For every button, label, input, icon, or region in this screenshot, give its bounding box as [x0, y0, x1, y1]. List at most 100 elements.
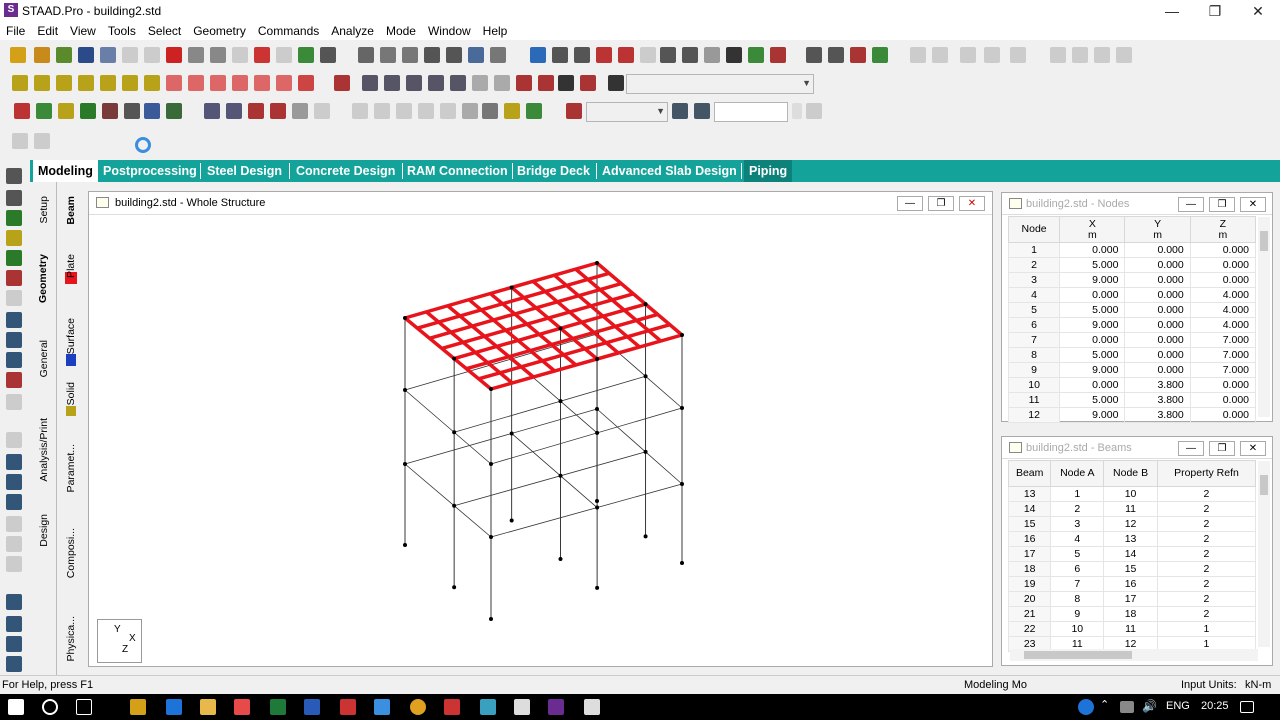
tool-icon[interactable] [566, 103, 582, 119]
table-cell[interactable]: 0.000 [1124, 287, 1191, 303]
node-point[interactable] [509, 285, 514, 290]
beams-column-header[interactable]: Node B [1103, 460, 1158, 487]
child-restore-button[interactable]: ❐ [928, 196, 954, 211]
node-point[interactable] [643, 374, 648, 379]
node-point[interactable] [452, 356, 457, 361]
table-cell[interactable]: 12 [1007, 407, 1061, 423]
table-cell[interactable]: 3.800 [1124, 377, 1191, 393]
tool-icon[interactable] [6, 556, 22, 572]
table-row[interactable]: 22 10 11 1 [1007, 621, 1257, 637]
table-cell[interactable]: 7 [1050, 576, 1105, 592]
rotate-icon[interactable] [254, 75, 270, 91]
table-cell[interactable]: 1 [1007, 242, 1061, 258]
node-point[interactable] [595, 407, 599, 411]
table-cell[interactable]: 2 [1156, 531, 1257, 547]
tool-icon[interactable] [6, 454, 22, 470]
nodes-close-button[interactable]: ✕ [1240, 197, 1266, 212]
table-row[interactable]: 4 0.000 0.000 4.000 [1007, 287, 1257, 303]
table-cell[interactable]: 2 [1156, 501, 1257, 517]
table-cell[interactable]: 0.000 [1189, 272, 1257, 288]
tray-chevron-icon[interactable]: ⌃ [1100, 698, 1109, 711]
tool-icon[interactable] [640, 47, 656, 63]
table-cell[interactable]: 3.800 [1124, 407, 1191, 423]
table-cell[interactable]: 18 [1007, 561, 1052, 577]
table-cell[interactable]: 8 [1007, 347, 1061, 363]
floor-beam[interactable] [404, 463, 492, 538]
menu-window[interactable]: Window [422, 22, 477, 40]
tool-icon[interactable] [574, 47, 590, 63]
node-point[interactable] [403, 543, 407, 547]
table-row[interactable]: 18 6 15 2 [1007, 561, 1257, 577]
table-cell[interactable]: 7.000 [1189, 332, 1257, 348]
tool-icon[interactable] [6, 536, 22, 552]
menu-file[interactable]: File [0, 22, 31, 40]
table-cell[interactable]: 4.000 [1189, 317, 1257, 333]
view-icon[interactable] [144, 75, 160, 91]
node-point[interactable] [643, 302, 648, 307]
table-row[interactable]: 10 0.000 3.800 0.000 [1007, 377, 1257, 393]
table-cell[interactable]: 1 [1156, 621, 1257, 637]
tool-icon[interactable] [462, 103, 478, 119]
table-cell[interactable]: 14 [1103, 546, 1158, 562]
table-row[interactable]: 2 5.000 0.000 0.000 [1007, 257, 1257, 273]
table-cell[interactable]: 7 [1007, 332, 1061, 348]
nodes-scrollbar[interactable] [1258, 217, 1270, 417]
table-cell[interactable]: 2 [1156, 591, 1257, 607]
nodes-column-header[interactable]: X m [1059, 216, 1126, 243]
beams-window-titlebar[interactable]: building2.std - Beams — ❐ ✕ [1002, 437, 1272, 459]
table-row[interactable]: 13 1 10 2 [1007, 486, 1257, 502]
table-cell[interactable]: 0.000 [1124, 302, 1191, 318]
beams-column-header[interactable]: Property Refn [1156, 460, 1257, 487]
tool-icon[interactable] [530, 47, 546, 63]
menu-help[interactable]: Help [477, 22, 514, 40]
table-cell[interactable]: 0.000 [1189, 377, 1257, 393]
tool-icon[interactable] [374, 103, 390, 119]
tool-icon[interactable] [6, 352, 22, 368]
tool-icon[interactable] [1072, 47, 1088, 63]
tool-icon[interactable] [334, 75, 350, 91]
beams-scrollbar[interactable] [1258, 461, 1270, 647]
tool-icon[interactable] [6, 270, 22, 286]
table-cell[interactable]: 9 [1050, 606, 1105, 622]
vtab-beam[interactable]: Beam [65, 196, 77, 225]
calculator-icon[interactable] [694, 103, 710, 119]
tab-modeling[interactable]: Modeling [33, 160, 98, 182]
table-cell[interactable]: 7.000 [1189, 347, 1257, 363]
tool-icon[interactable] [352, 103, 368, 119]
zoom-in-icon[interactable] [384, 75, 400, 91]
tool-icon[interactable] [1116, 47, 1132, 63]
file-explorer-icon[interactable] [200, 699, 216, 715]
node-point[interactable] [509, 518, 514, 523]
table-cell[interactable]: 6 [1050, 561, 1105, 577]
tool-icon[interactable] [806, 47, 822, 63]
rotate-icon[interactable] [166, 75, 182, 91]
tool-icon[interactable] [984, 47, 1000, 63]
table-cell[interactable]: 0.000 [1124, 332, 1191, 348]
table-cell[interactable]: 4.000 [1189, 302, 1257, 318]
table-cell[interactable]: 3 [1007, 272, 1061, 288]
tool-icon[interactable] [12, 133, 28, 149]
view-icon[interactable] [100, 75, 116, 91]
taskbar-app-icon[interactable] [234, 699, 250, 715]
network-icon[interactable] [1120, 701, 1134, 713]
beams-minimize-button[interactable]: — [1178, 441, 1204, 456]
calculator-icon[interactable] [514, 699, 530, 715]
node-point[interactable] [595, 505, 600, 510]
zoom-out-icon[interactable] [428, 75, 444, 91]
value-input[interactable] [714, 102, 788, 122]
floor-beam[interactable] [454, 451, 646, 507]
tool-icon[interactable] [6, 332, 22, 348]
tool-icon[interactable] [440, 103, 456, 119]
tool-icon[interactable] [932, 47, 948, 63]
table-cell[interactable]: 11 [1103, 501, 1158, 517]
tool-icon[interactable] [770, 47, 786, 63]
tab-postprocessing[interactable]: Postprocessing [98, 160, 202, 182]
table-cell[interactable]: 5.000 [1059, 347, 1126, 363]
chrome-icon[interactable] [410, 699, 426, 715]
node-point[interactable] [680, 333, 684, 337]
copy-icon[interactable] [144, 47, 160, 63]
language-indicator[interactable]: ENG [1166, 700, 1190, 712]
tool-icon[interactable] [580, 75, 596, 91]
floor-beam[interactable] [511, 433, 598, 508]
node-point[interactable] [509, 431, 514, 436]
